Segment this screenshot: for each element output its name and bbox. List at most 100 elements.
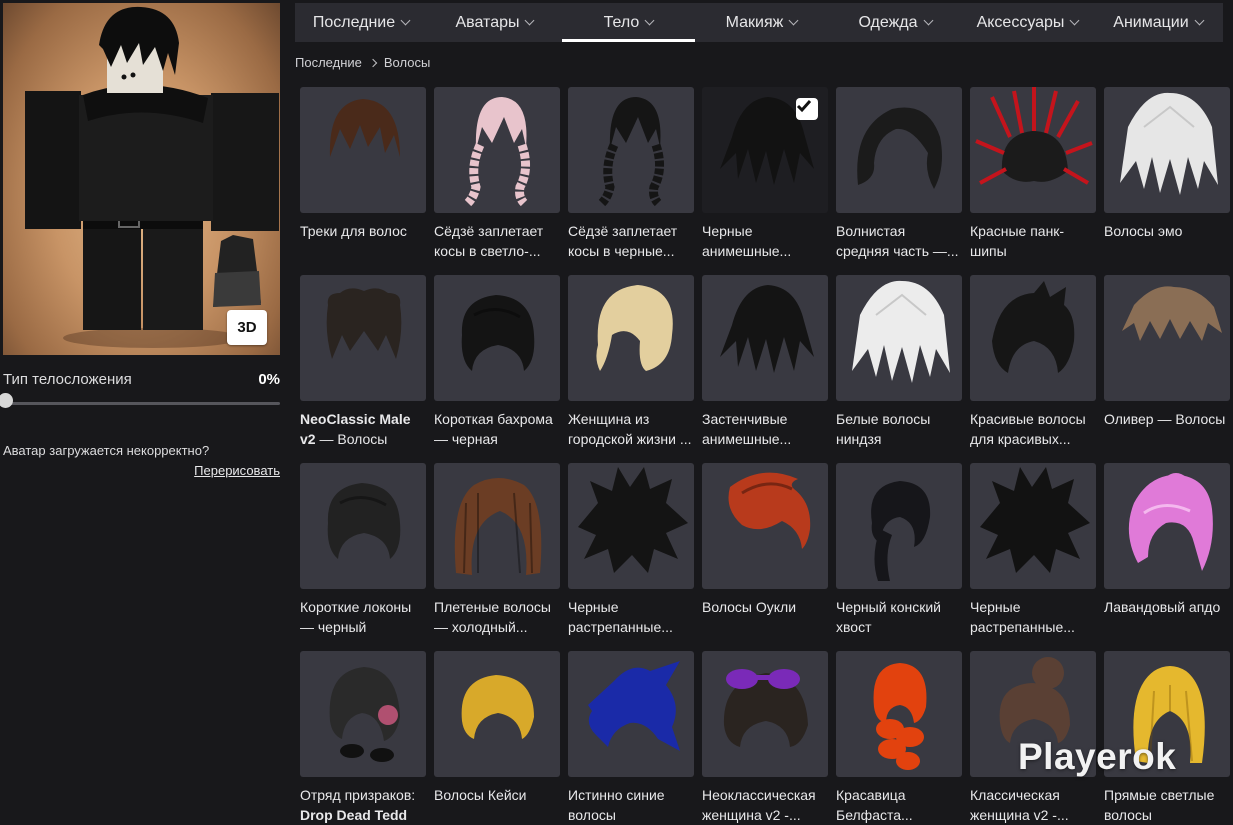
item-thumbnail[interactable]: [702, 651, 828, 777]
item-thumbnail[interactable]: [568, 87, 694, 213]
item-thumbnail[interactable]: [970, 463, 1096, 589]
item-card[interactable]: Сёдзё заплетает косы в светло-...: [434, 87, 560, 261]
item-thumbnail[interactable]: [434, 463, 560, 589]
item-thumbnail[interactable]: [568, 463, 694, 589]
checkmark-icon[interactable]: [796, 98, 818, 120]
item-card[interactable]: Женщина из городской жизни ...: [568, 275, 694, 449]
tab-0[interactable]: Последние: [295, 3, 427, 42]
black-wavy-hair-icon: [857, 107, 942, 189]
item-card[interactable]: Короткие локоны — черный: [300, 463, 426, 637]
ghost-squad-hair-icon: [329, 667, 400, 762]
item-card[interactable]: Красавица Белфаста...: [836, 651, 962, 825]
tab-2[interactable]: Тело: [562, 3, 695, 42]
tab-label: Одежда: [858, 13, 918, 31]
tab-label: Аватары: [455, 13, 520, 31]
red-swoop-hair-icon: [728, 472, 811, 549]
item-card[interactable]: Неоклассическая женщина v2 -...: [702, 651, 828, 825]
item-card[interactable]: Отряд призраков: Drop Dead Tedd -...: [300, 651, 426, 825]
item-card[interactable]: Черные анимешные...: [702, 87, 828, 261]
item-thumbnail[interactable]: [970, 87, 1096, 213]
tab-5[interactable]: Аксессуары: [962, 3, 1093, 42]
item-name: Истинно синие волосы: [568, 787, 665, 823]
brown-braided-hair-icon: [454, 478, 542, 575]
item-name: Сёдзё заплетает косы в светло-...: [434, 223, 544, 259]
item-thumbnail[interactable]: [300, 87, 426, 213]
body-type-row: Тип телосложения 0%: [3, 371, 280, 391]
chevron-down-icon: [525, 15, 535, 26]
item-thumbnail[interactable]: [970, 275, 1096, 401]
item-thumbnail[interactable]: [836, 651, 962, 777]
item-thumbnail[interactable]: [702, 87, 828, 213]
item-thumbnail[interactable]: [434, 275, 560, 401]
tab-4[interactable]: Одежда: [828, 3, 962, 42]
item-name: Неоклассическая женщина v2 -...: [702, 787, 816, 823]
item-name: Волосы Кейси: [434, 787, 527, 803]
white-ninja-hair-icon: [852, 280, 950, 383]
item-thumbnail[interactable]: [1104, 463, 1230, 589]
tab-3[interactable]: Макияж: [695, 3, 828, 42]
item-card[interactable]: Черные растрепанные...: [970, 463, 1096, 637]
item-thumbnail[interactable]: [300, 651, 426, 777]
item-name: Треки для волос: [300, 223, 407, 239]
tab-6[interactable]: Анимации: [1093, 3, 1223, 42]
item-thumbnail[interactable]: [1104, 87, 1230, 213]
tab-label: Макияж: [725, 13, 784, 31]
item-card[interactable]: Оливер — Волосы: [1104, 275, 1230, 449]
item-thumbnail[interactable]: [836, 463, 962, 589]
body-type-label: Тип телосложения: [3, 371, 132, 388]
item-card[interactable]: Красные панк-шипы: [970, 87, 1096, 261]
item-card[interactable]: Волнистая средняя часть —...: [836, 87, 962, 261]
item-card[interactable]: Лавандовый апдо: [1104, 463, 1230, 637]
item-card[interactable]: Черные растрепанные...: [568, 463, 694, 637]
item-card[interactable]: Красивые волосы для красивых...: [970, 275, 1096, 449]
chevron-down-icon: [1194, 15, 1205, 26]
item-name: Красавица Белфаста...: [836, 787, 913, 823]
item-name: Лавандовый апдо: [1104, 599, 1221, 615]
item-card[interactable]: Волосы Оукли: [702, 463, 828, 637]
avatar-broken-text: Аватар загружается некорректно?: [3, 443, 210, 458]
item-card[interactable]: Треки для волос: [300, 87, 426, 261]
item-thumbnail[interactable]: [300, 463, 426, 589]
item-card[interactable]: Белые волосы ниндзя: [836, 275, 962, 449]
black-curls-hair-icon: [327, 483, 401, 559]
blonde-short-hair-icon: [461, 675, 534, 739]
breadcrumb: Последние Волосы: [295, 55, 430, 70]
item-thumbnail[interactable]: [300, 275, 426, 401]
item-name: Короткие локоны — черный: [300, 599, 412, 635]
item-thumbnail[interactable]: [568, 275, 694, 401]
breadcrumb-parent[interactable]: Последние: [295, 55, 362, 70]
item-thumbnail[interactable]: [702, 275, 828, 401]
item-card[interactable]: Сёдзё заплетает косы в черные...: [568, 87, 694, 261]
item-card[interactable]: NeoClassic Male v2 — Волосы: [300, 275, 426, 449]
black-shaggy-hair-icon: [980, 467, 1090, 573]
redraw-link[interactable]: Перерисовать: [194, 463, 280, 478]
item-thumbnail[interactable]: [836, 275, 962, 401]
item-name: Черный конский хвост: [836, 599, 941, 635]
item-name: Классическая женщина v2 -...: [970, 787, 1069, 823]
item-thumbnail[interactable]: [702, 463, 828, 589]
blonde-bob-hair-icon: [596, 285, 673, 371]
item-card[interactable]: Черный конский хвост: [836, 463, 962, 637]
item-card[interactable]: Короткая бахрома — черная: [434, 275, 560, 449]
item-name: Прямые светлые волосы: [1104, 787, 1215, 823]
body-type-slider-track[interactable]: [3, 402, 280, 405]
item-card[interactable]: Застенчивые анимешные...: [702, 275, 828, 449]
item-thumbnail[interactable]: [836, 87, 962, 213]
chevron-down-icon: [788, 15, 799, 26]
avatar-preview[interactable]: 3D: [3, 3, 280, 355]
view-3d-button[interactable]: 3D: [227, 310, 267, 345]
item-thumbnail[interactable]: [434, 87, 560, 213]
body-type-slider-thumb[interactable]: [0, 393, 13, 408]
item-card[interactable]: Плетеные волосы — холодный...: [434, 463, 560, 637]
tab-label: Анимации: [1113, 13, 1189, 31]
item-card[interactable]: Волосы Кейси: [434, 651, 560, 825]
chevron-down-icon: [400, 15, 411, 26]
item-card[interactable]: Волосы эмо: [1104, 87, 1230, 261]
item-thumbnail[interactable]: [434, 651, 560, 777]
item-thumbnail[interactable]: [568, 651, 694, 777]
tab-1[interactable]: Аватары: [427, 3, 562, 42]
item-name: Белые волосы ниндзя: [836, 411, 931, 447]
item-name: Красивые волосы для красивых...: [970, 411, 1086, 447]
item-thumbnail[interactable]: [1104, 275, 1230, 401]
item-card[interactable]: Истинно синие волосы: [568, 651, 694, 825]
